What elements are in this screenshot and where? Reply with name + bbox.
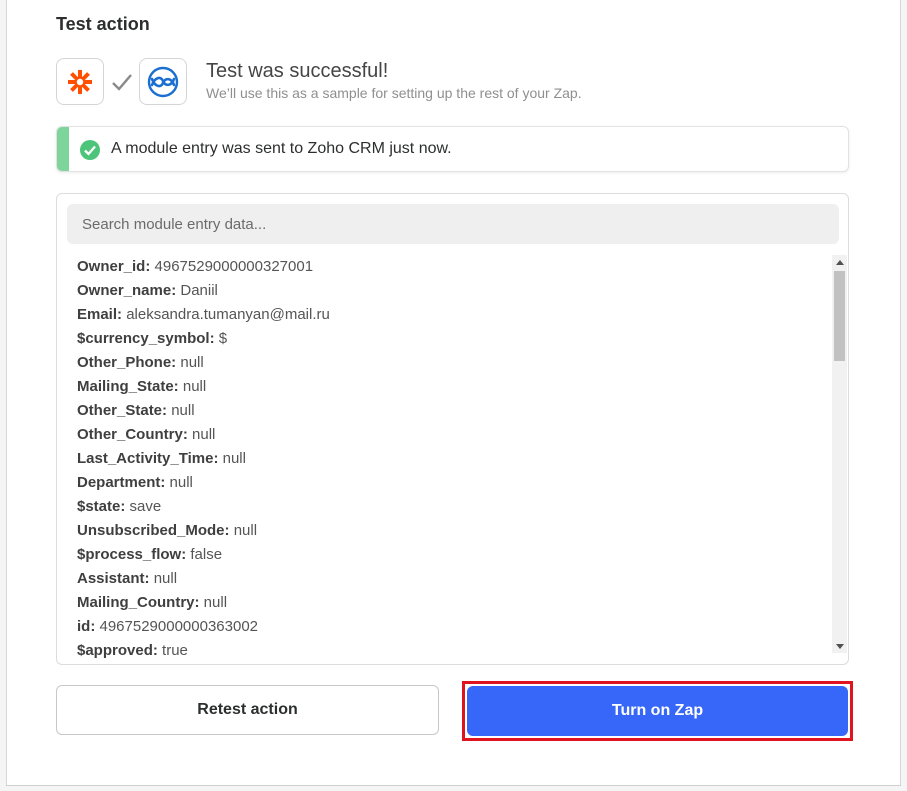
entry-key: $approved: <box>77 642 158 659</box>
entry-key: $currency_symbol: <box>77 330 215 347</box>
panel-divider <box>6 785 901 786</box>
turn-on-zap-button[interactable]: Turn on Zap <box>467 686 848 736</box>
entry-row: $process_flow: false <box>77 543 827 567</box>
entry-value: save <box>129 498 162 515</box>
entry-value: 4967529000000327001 <box>154 258 314 275</box>
zapier-app-tile <box>56 58 104 105</box>
entry-row: Email: aleksandra.tumanyan@mail.ru <box>77 303 827 327</box>
entry-row: Last_Activity_Time: null <box>77 447 827 471</box>
entry-key: $state: <box>77 498 126 515</box>
entry-list[interactable]: Owner_id: 4967529000000327001 Owner_name:… <box>77 255 827 659</box>
entry-key: $process_flow: <box>77 546 187 563</box>
entry-key: Owner_id: <box>77 258 151 275</box>
alert-accent-bar <box>57 127 69 171</box>
success-alert: A module entry was sent to Zoho CRM just… <box>56 126 849 172</box>
entry-row: $approved: true <box>77 639 827 659</box>
entry-key: Owner_name: <box>77 282 177 299</box>
entry-value: null <box>203 594 228 611</box>
entry-row: Unsubscribed_Mode: null <box>77 519 827 543</box>
entry-row: Mailing_State: null <box>77 375 827 399</box>
entry-row: Department: null <box>77 471 827 495</box>
entry-row: $state: save <box>77 495 827 519</box>
entry-key: Department: <box>77 474 166 491</box>
entry-value: Daniil <box>180 282 218 299</box>
entry-row: Mailing_Country: null <box>77 591 827 615</box>
entry-value: null <box>171 402 195 419</box>
module-entry-data-box: Owner_id: 4967529000000327001Owner_name:… <box>56 193 849 665</box>
zoho-crm-app-tile <box>139 58 187 105</box>
entry-value: 4967529000000363002 <box>99 618 259 635</box>
scroll-thumb[interactable] <box>834 271 845 361</box>
entry-key: id: <box>77 618 96 635</box>
entry-key: Other_Country: <box>77 426 188 443</box>
scrollbar[interactable] <box>832 255 847 653</box>
entry-key: Assistant: <box>77 570 150 587</box>
scroll-down-arrow[interactable] <box>832 639 847 653</box>
test-success-subtitle: We’ll use this as a sample for setting u… <box>206 85 582 101</box>
entry-row: $currency_symbol: $ <box>77 327 827 351</box>
checkmark-icon <box>112 74 132 91</box>
zapier-asterisk-icon <box>68 69 92 94</box>
entry-value: null <box>180 354 204 371</box>
entry-value: true <box>162 642 188 659</box>
check-circle-icon <box>80 140 100 160</box>
entry-key: Mailing_Country: <box>77 594 200 611</box>
entry-value: null <box>233 522 258 539</box>
entry-value: $ <box>218 330 228 347</box>
alert-message: A module entry was sent to Zoho CRM just… <box>111 140 452 157</box>
entry-row: Owner_id: 4967529000000327001 <box>77 255 827 279</box>
entry-key: Unsubscribed_Mode: <box>77 522 230 539</box>
search-input[interactable] <box>67 204 839 244</box>
entry-row: Assistant: null <box>77 567 827 591</box>
entry-row: Other_Country: null <box>77 423 827 447</box>
entry-key: Other_State: <box>77 402 168 419</box>
entry-value: null <box>182 378 207 395</box>
entry-key: Last_Activity_Time: <box>77 450 219 467</box>
entry-row: Owner_name: Daniil <box>77 279 827 303</box>
entry-value: false <box>190 546 223 563</box>
test-success-title: Test was successful! <box>206 60 389 82</box>
entry-value: null <box>153 570 178 587</box>
zoho-crm-icon <box>147 66 179 97</box>
scroll-up-arrow[interactable] <box>832 255 847 269</box>
entry-value: null <box>222 450 246 467</box>
entry-key: Email: <box>77 306 123 323</box>
entry-key: Other_Phone: <box>77 354 177 371</box>
entry-row: Other_State: null <box>77 399 827 423</box>
entry-row: id: 4967529000000363002 <box>77 615 827 639</box>
section-title: Test action <box>56 14 150 34</box>
entry-value: aleksandra.tumanyan@mail.ru <box>126 306 330 323</box>
entry-value: null <box>169 474 193 491</box>
entry-key: Mailing_State: <box>77 378 179 395</box>
retest-action-button[interactable]: Retest action <box>56 685 439 735</box>
entry-value: null <box>192 426 216 443</box>
entry-row: Other_Phone: null <box>77 351 827 375</box>
